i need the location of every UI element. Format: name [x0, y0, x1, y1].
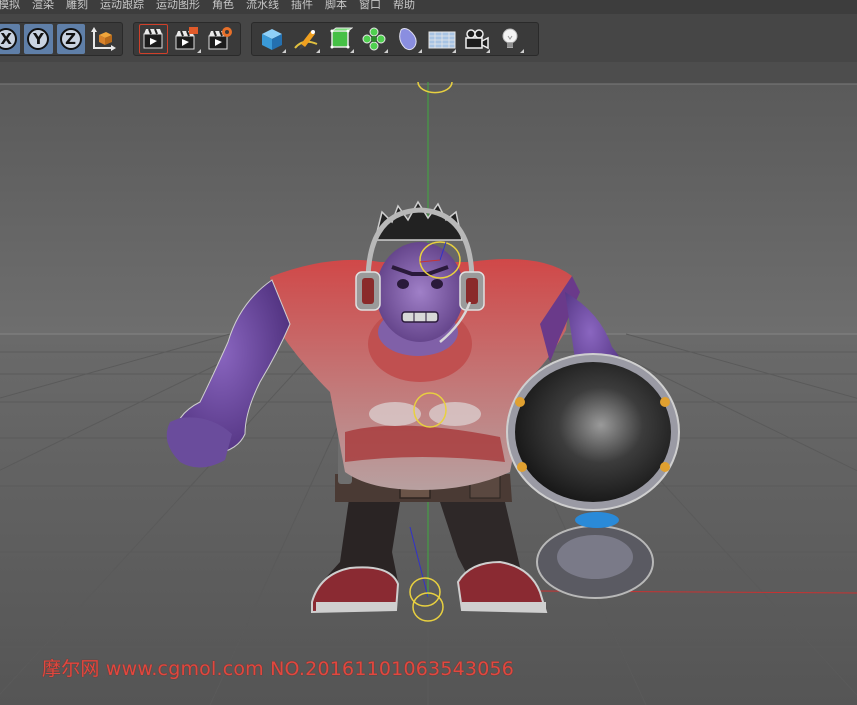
dropdown-corner-icon [384, 49, 388, 53]
dropdown-corner-icon [486, 49, 490, 53]
light-button[interactable] [495, 24, 525, 54]
menu-sculpt[interactable]: 雕刻 [60, 0, 94, 12]
perspective-viewport[interactable] [0, 62, 857, 705]
render-view-button[interactable] [139, 24, 169, 54]
menu-help[interactable]: 帮助 [387, 0, 421, 12]
menu-window[interactable]: 窗口 [353, 0, 387, 12]
z-axis-button[interactable]: Z [56, 24, 85, 54]
camera-button[interactable] [461, 24, 491, 54]
menu-motion-tracking[interactable]: 运动跟踪 [94, 0, 150, 12]
render-settings-button[interactable] [206, 24, 235, 54]
dropdown-corner-icon [196, 49, 201, 53]
y-axis-button[interactable]: Y [24, 24, 53, 54]
menu-bar: 模拟 渲染 雕刻 运动跟踪 运动图形 角色 流水线 插件 脚本 窗口 帮助 [0, 0, 857, 14]
cinema4d-window: 模拟 渲染 雕刻 运动跟踪 运动图形 角色 流水线 插件 脚本 窗口 帮助 X … [0, 0, 857, 705]
menu-plugins[interactable]: 插件 [285, 0, 319, 12]
render-group [133, 22, 241, 56]
axis-lock-group: X Y Z [0, 22, 123, 56]
dropdown-corner-icon [520, 49, 524, 53]
menu-simulate[interactable]: 模拟 [0, 0, 26, 12]
z-axis-icon: Z [59, 28, 82, 50]
menu-character[interactable]: 角色 [206, 0, 240, 12]
viewport-scene [0, 62, 857, 705]
dropdown-corner-icon [452, 49, 456, 53]
world-coordinates-button[interactable] [89, 24, 117, 54]
watermark-text: 摩尔网 www.cgmol.com NO.20161101063543056 [42, 658, 515, 680]
objects-group [251, 22, 539, 56]
render-view-icon [143, 28, 163, 49]
dropdown-corner-icon [282, 49, 286, 53]
x-axis-icon: X [0, 28, 18, 50]
render-to-picture-viewer-button[interactable] [172, 24, 201, 54]
y-axis-icon: Y [27, 28, 50, 50]
dropdown-corner-icon [316, 49, 320, 53]
menu-script[interactable]: 脚本 [319, 0, 353, 12]
subdivision-button[interactable] [325, 24, 355, 54]
x-axis-button[interactable]: X [0, 24, 21, 54]
deformer-button[interactable] [393, 24, 423, 54]
floor-plane-button[interactable] [427, 24, 457, 54]
dropdown-corner-icon [350, 49, 354, 53]
dropdown-corner-icon [418, 49, 422, 53]
menu-pipeline[interactable]: 流水线 [240, 0, 285, 12]
cloner-button[interactable] [359, 24, 389, 54]
world-coordinates-icon [90, 27, 116, 51]
cube-button[interactable] [257, 24, 287, 54]
main-toolbar: X Y Z [0, 14, 857, 62]
pen-spline-button[interactable] [291, 24, 321, 54]
render-settings-icon [208, 27, 233, 50]
menu-render[interactable]: 渲染 [26, 0, 60, 12]
menu-mograph[interactable]: 运动图形 [150, 0, 206, 12]
